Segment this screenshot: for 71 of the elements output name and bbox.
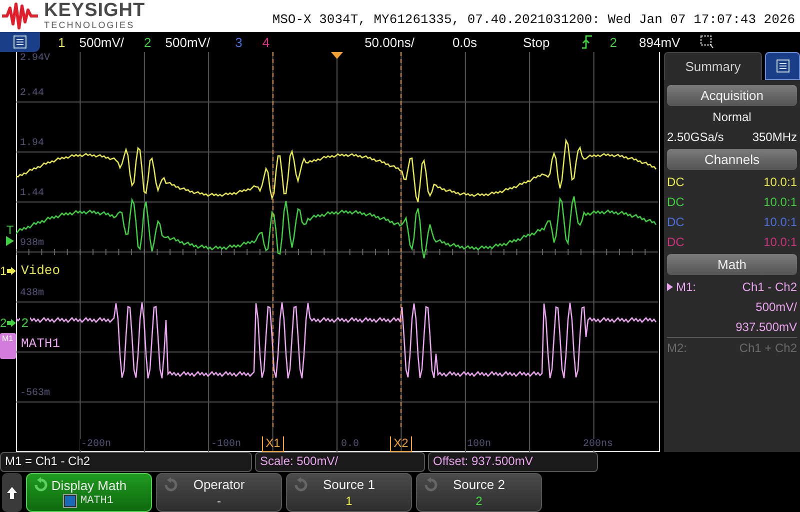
brand-name: KEYSIGHT [44, 1, 146, 20]
menu-button[interactable] [0, 32, 40, 52]
probe-ratio: 10.0:1 [764, 235, 797, 249]
softkey[interactable]: Source 1 1 [286, 473, 412, 512]
run-state[interactable]: Stop [523, 34, 550, 50]
info-field: M1 = Ch1 - Ch2 [0, 452, 252, 472]
pointer-icon [667, 283, 673, 291]
math-offset: 937.500mV [736, 319, 797, 336]
probe-ratio: 10.0:1 [764, 175, 797, 189]
softkey-value: 2 [476, 494, 482, 508]
softkey[interactable]: Display Math MATH1 [26, 473, 152, 512]
softkey-label: Display Math [51, 478, 127, 493]
softkey-value: MATH1 [80, 495, 114, 507]
rotate-icon [293, 477, 309, 493]
channel-number[interactable]: 3 [235, 34, 242, 50]
channel-number[interactable]: 4 [262, 34, 270, 50]
section-header[interactable]: Channels [667, 149, 797, 170]
channel-number[interactable]: 1 [58, 34, 66, 50]
cursor-line[interactable] [400, 52, 402, 430]
delay-value[interactable]: 0.0s [452, 34, 478, 50]
softkey[interactable]: Source 2 2 [416, 473, 542, 512]
channel-coupling: DC [667, 175, 684, 189]
trigger-position-marker[interactable] [331, 52, 343, 59]
channel-scale[interactable]: 500mV/ [165, 34, 210, 50]
menu-icon [13, 35, 27, 49]
bandwidth: 350MHz [752, 130, 797, 144]
time-label: 200ns [582, 439, 614, 450]
softkey-label: Operator [193, 477, 245, 492]
math-expression: Ch1 + Ch2 [739, 340, 797, 354]
brand-subtitle: TECHNOLOGIES [44, 21, 136, 30]
rotate-icon [33, 477, 49, 493]
math-name: M2: [667, 340, 688, 354]
info-field: Scale: 500mV/ [255, 452, 425, 472]
sample-rate: 2.50GSa/s [667, 130, 724, 144]
softkey[interactable]: Operator - [156, 473, 282, 512]
channel-number[interactable]: 2 [144, 34, 152, 50]
softkey-value: - [217, 494, 221, 508]
trigger-level[interactable]: 894mV [639, 34, 680, 50]
math-ground-marker: M1 [0, 333, 16, 359]
softkey-label: Source 2 [452, 477, 506, 492]
rotate-icon [423, 477, 439, 493]
channel-scale[interactable]: 500mV/ [79, 34, 124, 50]
trigger-source[interactable]: 2 [610, 34, 617, 50]
rising-edge-icon [582, 35, 592, 49]
section-header[interactable]: Math [667, 254, 797, 275]
rotate-icon [163, 477, 179, 493]
probe-ratio: 10.0:1 [764, 195, 797, 209]
channel-coupling: DC [667, 235, 684, 249]
timebase-value[interactable]: 50.00ns/ [364, 34, 414, 50]
window-title: MSO-X 3034T, MY61261335, 07.40.2021031200: Wed Jan 07 17:07:43 2026 [272, 12, 795, 27]
softkey-label: Source 1 [322, 477, 376, 492]
time-label: -200n [80, 439, 112, 450]
section-header[interactable]: Acquisition [667, 85, 797, 106]
channel-coupling: DC [667, 215, 684, 229]
logo-icon [2, 2, 38, 30]
checkbox[interactable] [64, 495, 76, 507]
math-scale: 500mV/ [756, 299, 797, 316]
info-field: Offset: 937.500mV [428, 452, 598, 472]
math-expression: Ch1 - Ch2 [742, 280, 797, 294]
up-button[interactable] [2, 473, 22, 512]
up-arrow-icon [7, 486, 17, 498]
channel-coupling: DC [667, 195, 684, 209]
panel-tab[interactable]: Summary [664, 52, 762, 80]
panel-menu-button[interactable] [765, 52, 800, 80]
zoom-box-icon[interactable] [700, 35, 714, 49]
cursor-line[interactable] [272, 52, 274, 430]
probe-ratio: 10.0:1 [764, 215, 797, 229]
math-name: M1: [667, 280, 696, 294]
menu-icon [776, 59, 790, 73]
acquisition-mode: Normal [712, 109, 752, 126]
softkey-value: 1 [346, 494, 352, 508]
